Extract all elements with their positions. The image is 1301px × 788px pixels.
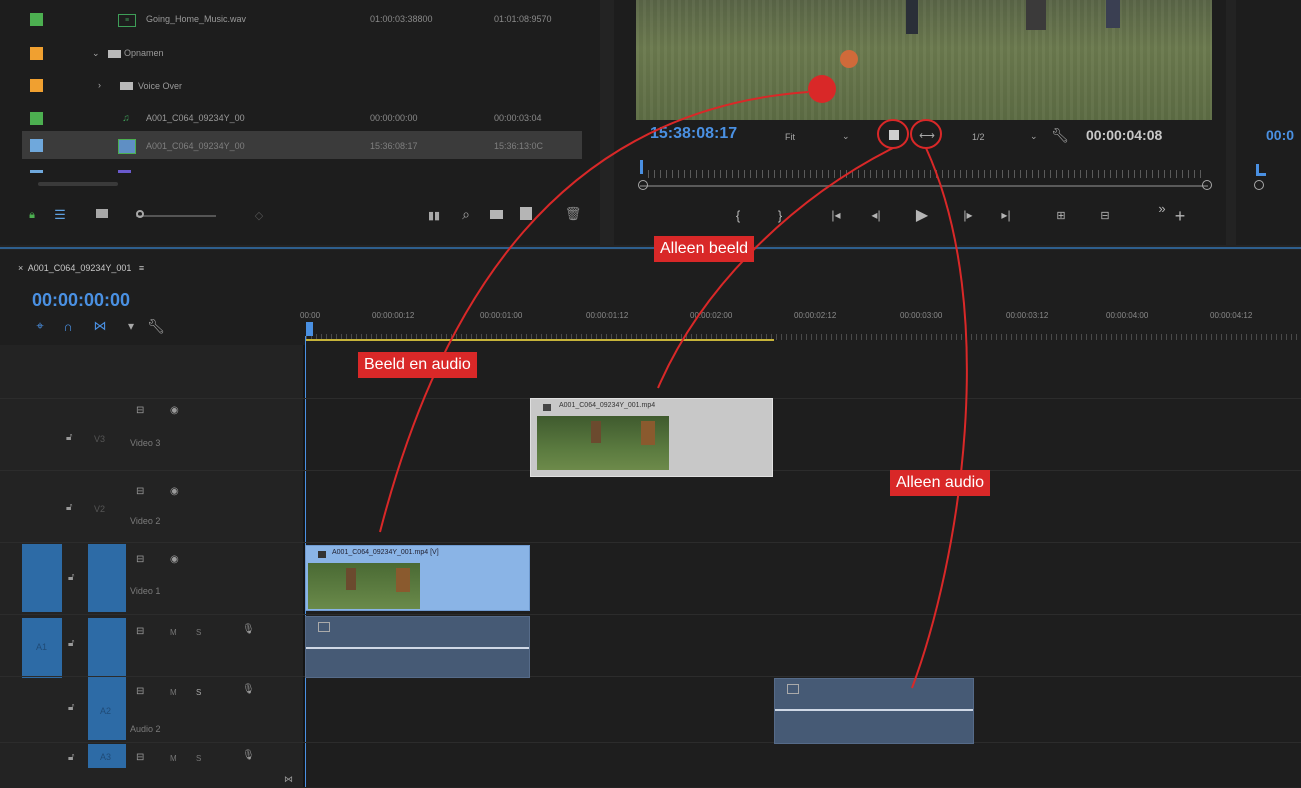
arrow-alleen-beeld [657, 147, 894, 389]
highlight-video-only [877, 119, 909, 149]
callout-beeld-en-audio: Beeld en audio [358, 352, 477, 378]
arrow-beeld-en-audio [379, 91, 809, 533]
callout-alleen-audio: Alleen audio [890, 470, 991, 496]
callout-alleen-beeld: Alleen beeld [654, 236, 755, 262]
arrow-alleen-audio [911, 147, 968, 689]
annotation-dot [808, 75, 836, 103]
annotation-overlay [379, 75, 968, 689]
highlight-audio-only [910, 119, 942, 149]
